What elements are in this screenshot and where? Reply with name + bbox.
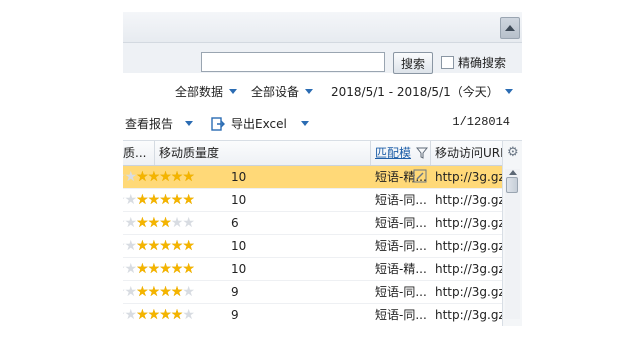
date-range-dropdown[interactable]: 2018/5/1 - 2018/5/1（今天） [331, 83, 513, 100]
mobile-url-cell[interactable]: http://3g.gz [435, 304, 502, 326]
match-mode-cell: 短语-同... [375, 239, 427, 253]
chevron-down-icon [305, 89, 314, 94]
column-label: 移动质量度 [159, 146, 220, 160]
table-row[interactable]: ★★★★★★★ 10 短语-精... http://3g.gz [123, 258, 502, 281]
column-mobile-url[interactable]: 移动访问URL [431, 141, 502, 165]
funnel-icon[interactable] [416, 147, 428, 159]
view-report-dropdown[interactable]: 查看报告 [125, 115, 194, 132]
page-count: 1/128014 [452, 115, 510, 129]
scrollbar-thumb[interactable] [506, 177, 518, 193]
mobile-url-cell[interactable]: http://3g.gz [435, 258, 502, 280]
match-mode-cell: 短语-精... [375, 262, 427, 276]
chevron-down-icon [185, 121, 194, 126]
scroll-up-button[interactable] [500, 17, 520, 39]
triangle-up-icon [505, 25, 515, 31]
quality-stars: ★★★★★★★ [123, 169, 195, 185]
chevron-down-icon [300, 121, 309, 126]
device-dropdown[interactable]: 全部设备 [251, 83, 314, 100]
table-row[interactable]: ★★★★★★★10短语-精...http://3g.gz [123, 166, 502, 189]
table-row[interactable]: ★★★★★★★ 9 短语-同... http://3g.gz [123, 281, 502, 304]
quality-score: 10 [231, 170, 247, 184]
top-strip [123, 12, 522, 43]
export-excel-label: 导出Excel [231, 117, 287, 131]
column-label: 匹配模 [375, 146, 412, 160]
table-row[interactable]: ★★★★★★★ 10 短语-同... http://3g.gz [123, 189, 502, 212]
mobile-url-cell[interactable]: http://3g.gz [435, 281, 502, 303]
search-bar: 搜索 精确搜索 [123, 43, 522, 74]
quality-stars: ★★★★★★★ [123, 215, 195, 231]
table-header: 质... 移动质量度 匹配模 移动访问URL [123, 141, 502, 166]
quality-stars: ★★★★★★★ [123, 307, 195, 323]
search-input[interactable] [201, 52, 385, 72]
search-button[interactable]: 搜索 [393, 52, 433, 74]
table-row[interactable]: ★★★★★★★ 9 短语-同... http://3g.gz [123, 304, 502, 326]
filter-bar: 全部数据 全部设备 2018/5/1 - 2018/5/1（今天） [123, 76, 522, 111]
view-report-label: 查看报告 [125, 117, 174, 131]
triangle-up-icon [509, 170, 517, 175]
quality-score: 9 [231, 285, 239, 299]
column-mobile-quality[interactable]: 移动质量度 [155, 141, 371, 165]
exact-search-label: 精确搜索 [458, 56, 507, 70]
data-scope-label: 全部数据 [175, 85, 224, 99]
chevron-down-icon [504, 89, 513, 94]
app-window: 搜索 精确搜索 全部数据 全部设备 2018/5/1 - 2018/5/1（今天… [123, 10, 522, 326]
quality-stars: ★★★★★★★ [123, 284, 195, 300]
chevron-down-icon [229, 89, 238, 94]
column-label: 移动访问URL [435, 146, 502, 160]
side-panel: ⚙ [502, 141, 522, 326]
mobile-url-cell[interactable]: http://3g.gz [435, 166, 502, 188]
match-mode-cell: 短语-同... [375, 285, 427, 299]
match-mode-cell: 短语-同... [375, 216, 427, 230]
quality-score: 6 [231, 216, 239, 230]
match-mode-cell: 短语-同... [375, 308, 427, 322]
toolbar: 查看报告 导出Excel 1/128014 [123, 110, 522, 141]
table-body: ★★★★★★★ 10 短语-精... http://3g.gz ★★★★★★★ 10 短语-… [123, 166, 502, 326]
exact-search-checkbox[interactable] [441, 56, 454, 69]
quality-score: 9 [231, 308, 239, 322]
quality-stars: ★★★★★★★ [123, 192, 195, 208]
quality-score: 10 [231, 262, 247, 276]
mobile-url-cell[interactable]: http://3g.gz [435, 189, 502, 211]
data-scope-dropdown[interactable]: 全部数据 [175, 83, 238, 100]
edit-icon[interactable] [413, 169, 427, 183]
date-range-label: 2018/5/1 - 2018/5/1（今天） [331, 85, 499, 99]
quality-stars: ★★★★★★★ [123, 261, 195, 277]
gear-icon[interactable]: ⚙ [507, 146, 519, 159]
match-mode-cell: 短语-同... [375, 193, 427, 207]
device-label: 全部设备 [251, 85, 300, 99]
column-quality-prev[interactable]: 质... [123, 141, 155, 165]
export-icon [211, 116, 225, 131]
column-label: 质... [123, 146, 147, 160]
quality-score: 10 [231, 239, 247, 253]
mobile-url-cell[interactable]: http://3g.gz [435, 212, 502, 234]
table-row[interactable]: ★★★★★★★ 10 短语-同... http://3g.gz [123, 235, 502, 258]
vertical-scrollbar[interactable] [505, 169, 520, 319]
quality-score: 10 [231, 193, 247, 207]
column-match-mode[interactable]: 匹配模 [371, 141, 431, 165]
table-row[interactable]: ★★★★★★★ 6 短语-同... http://3g.gz [123, 212, 502, 235]
quality-stars: ★★★★★★★ [123, 238, 195, 254]
export-excel-dropdown[interactable]: 导出Excel [211, 115, 309, 132]
mobile-url-cell[interactable]: http://3g.gz [435, 235, 502, 257]
